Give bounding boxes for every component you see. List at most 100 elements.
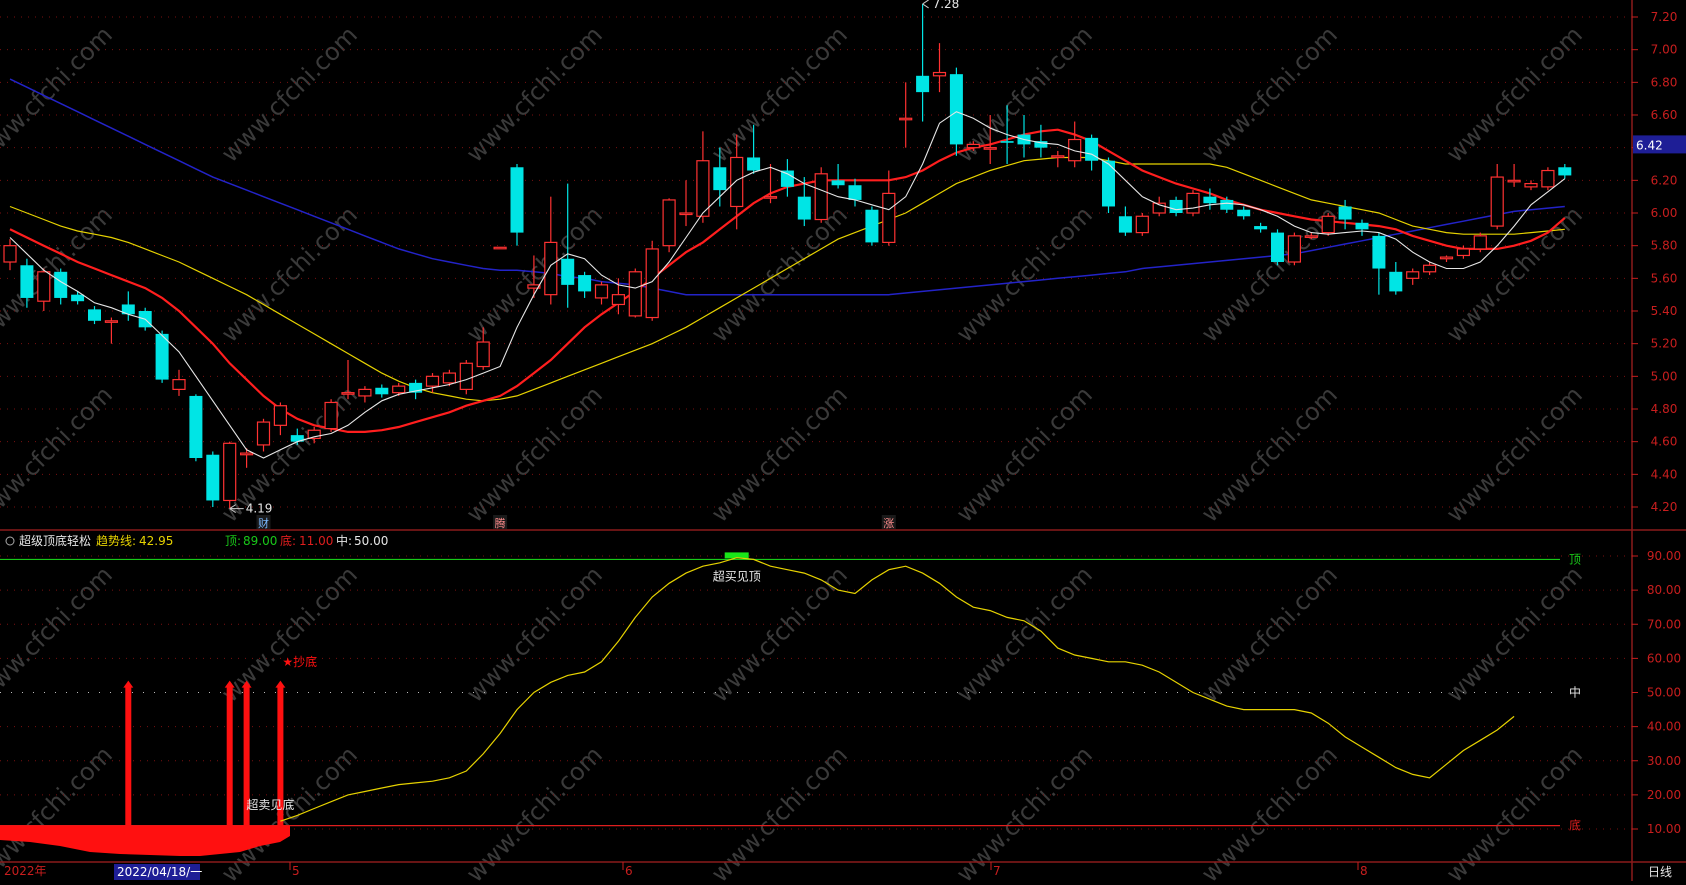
candle[interactable] [172,369,186,396]
candle[interactable] [3,239,17,271]
candle[interactable] [578,271,592,298]
candle-body [1541,169,1555,188]
candle-body [594,284,609,299]
candle[interactable] [814,167,828,223]
bottom-label: 底: [280,533,296,548]
candle[interactable] [240,448,254,468]
candle-body [1135,215,1149,234]
candle[interactable] [189,394,203,462]
top-label: 顶: [225,534,241,548]
candle[interactable] [1524,180,1538,191]
candle[interactable] [324,399,338,432]
candle-body [1186,192,1200,214]
candle[interactable] [1558,164,1572,179]
bottom-tag: 底 [1569,818,1581,833]
candle[interactable] [1355,219,1369,236]
candle[interactable] [1507,164,1521,187]
candle[interactable] [375,384,389,398]
candle[interactable] [1017,115,1031,158]
price-tick-label: 7.00 [1651,43,1678,57]
candle[interactable] [341,360,355,400]
candle[interactable] [679,180,693,227]
candle[interactable] [662,198,676,253]
candle[interactable] [71,291,85,305]
bottom-signal-arrowhead [123,680,134,688]
indicator-tick-label: 30.00 [1647,754,1681,768]
candle[interactable] [1271,229,1284,266]
candle[interactable] [223,441,237,509]
candle[interactable] [256,418,271,452]
candle[interactable] [899,82,913,148]
candle[interactable] [865,206,879,246]
candle[interactable] [104,317,119,344]
watermark-text: www.cfchi.com [951,561,1098,708]
bottom-signal-bar[interactable] [226,685,233,826]
candle[interactable] [1254,222,1268,233]
candle[interactable] [916,3,930,122]
candle-body [20,265,34,298]
watermark-layer: www.cfchi.com www.cfchi.com www.cfchi.com w… [0,21,1588,885]
candle[interactable] [155,330,169,383]
candle[interactable] [780,159,794,197]
event-badge[interactable]: 涨 [881,515,896,530]
watermark-text: www.cfchi.com [0,21,118,168]
candle[interactable] [425,373,440,393]
oversold-text: 超卖见底 [246,797,294,812]
indicator-tick-label: 90.00 [1647,549,1681,563]
candle[interactable] [763,164,778,204]
candle[interactable] [1338,199,1352,230]
candle[interactable] [1490,164,1504,230]
candle[interactable] [459,360,473,395]
candle-body [206,454,220,501]
candle[interactable] [932,43,947,93]
candle[interactable] [1287,232,1302,266]
candle[interactable] [1439,255,1454,262]
candle[interactable] [121,291,135,321]
event-badge[interactable]: 腾 [493,515,508,530]
candle[interactable] [1118,206,1132,236]
candle[interactable] [206,451,220,507]
event-badge-label: 腾 [495,516,506,530]
candle[interactable] [1085,134,1099,171]
price-tick-label: 5.40 [1651,304,1678,318]
candle[interactable] [831,164,845,189]
candle-body [189,395,203,458]
candle[interactable] [848,178,862,207]
candle[interactable] [493,246,507,250]
candle[interactable] [510,164,524,246]
candle[interactable] [1473,232,1487,253]
candle[interactable] [1051,150,1065,168]
candle-body [3,245,17,263]
candle[interactable] [1169,196,1183,217]
candle[interactable] [1135,213,1149,236]
candle-body [1507,179,1521,183]
indicator-collapse-icon[interactable] [5,536,15,546]
candle[interactable] [628,268,642,318]
candle[interactable] [1237,206,1251,220]
candle[interactable] [1406,268,1420,285]
candle[interactable] [273,402,287,436]
candle[interactable] [594,281,609,305]
candle[interactable] [1068,121,1082,168]
candle[interactable] [37,268,51,311]
candle-body [578,275,592,292]
event-badge[interactable]: 财 [256,515,271,530]
candle[interactable] [1321,213,1335,236]
candle[interactable] [409,379,423,400]
candle-body [747,157,761,171]
candle[interactable] [1541,167,1555,191]
candle[interactable] [1034,124,1048,158]
candle[interactable] [1102,157,1115,213]
candle[interactable] [88,306,101,325]
candle[interactable] [1389,262,1403,295]
watermark-text: www.cfchi.com [0,561,118,708]
candle[interactable] [54,268,68,305]
candle[interactable] [1372,232,1386,295]
event-badge-label: 财 [258,516,269,530]
bottom-signal-bar[interactable] [125,685,132,826]
chart-canvas[interactable]: www.cfchi.com www.cfchi.com www.cfchi.com w… [0,0,1686,885]
candle-body [628,271,642,317]
candle[interactable] [1186,190,1200,217]
watermark-text: www.cfchi.com [461,21,608,168]
candle-body [155,333,169,380]
